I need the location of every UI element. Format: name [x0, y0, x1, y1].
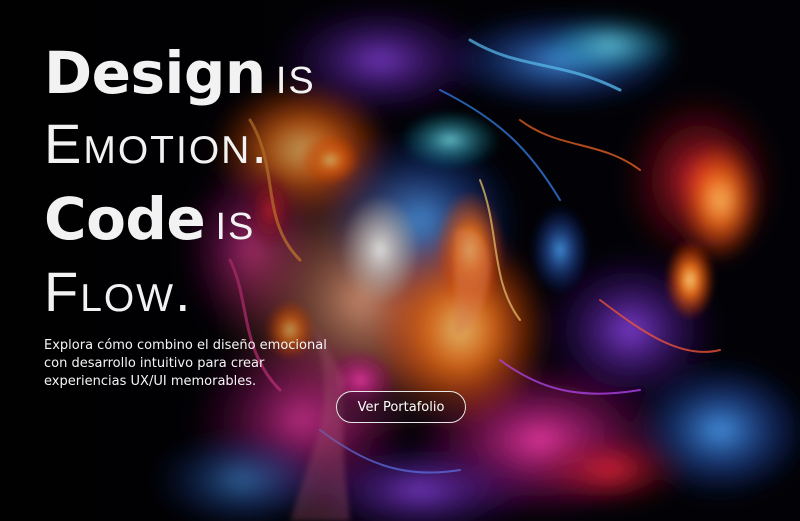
headline-emotion: Emotion.	[44, 112, 269, 175]
headline-is-2: is	[215, 191, 256, 251]
hero-section: Design is Emotion. Code is Flow. Explora…	[0, 0, 800, 521]
view-portfolio-button[interactable]: Ver Portafolio	[336, 391, 466, 423]
headline-flow: Flow.	[44, 260, 193, 323]
hero-subtitle: Explora cómo combino el diseño emocional…	[44, 338, 327, 389]
headline-code: Code	[44, 185, 206, 253]
headline-line-1: Design is	[44, 44, 316, 116]
headline-line-2: Emotion.	[44, 116, 269, 188]
headline-line-3: Code is	[44, 190, 255, 262]
headline-line-4: Flow.	[44, 264, 193, 336]
headline-design: Design	[44, 39, 266, 107]
headline-is-1: is	[275, 45, 316, 105]
